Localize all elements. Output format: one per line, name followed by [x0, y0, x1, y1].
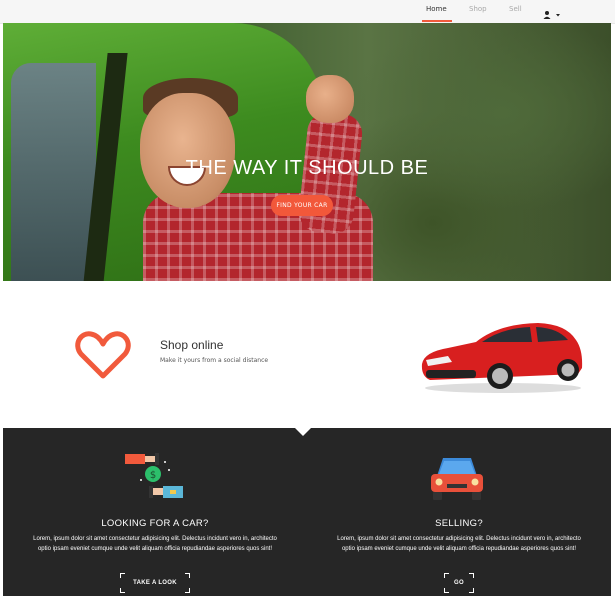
- nav-home-link[interactable]: Home: [426, 5, 447, 13]
- top-navbar: Home Shop Sell: [0, 0, 615, 24]
- user-icon: [543, 11, 560, 19]
- features-section: $ LOOKING FOR A CAR? Lorem, ipsum dolor …: [3, 428, 611, 596]
- take-a-look-button[interactable]: TAKE A LOOK: [120, 573, 190, 593]
- user-menu-toggle[interactable]: [543, 5, 561, 19]
- feature-title: SELLING?: [435, 518, 483, 529]
- nav-sell-link[interactable]: Sell: [509, 5, 522, 13]
- go-button[interactable]: GO: [444, 573, 474, 593]
- nav-active-indicator: [422, 20, 452, 22]
- caret-down-icon: [556, 14, 560, 17]
- hero-title: THE WAY IT SHOULD BE: [185, 157, 429, 179]
- feature-description: Lorem, ipsum dolor sit amet consectetur …: [33, 536, 277, 552]
- person-face-shape: [140, 93, 235, 208]
- red-car-image: [421, 323, 583, 393]
- go-label: GO: [454, 580, 464, 586]
- take-a-look-label: TAKE A LOOK: [133, 580, 177, 586]
- feature-title: LOOKING FOR A CAR?: [101, 518, 209, 529]
- car-front-icon: [431, 458, 483, 500]
- nav-shop-link[interactable]: Shop: [469, 5, 487, 13]
- selling-column: SELLING? Lorem, ipsum dolor sit amet con…: [307, 428, 611, 596]
- svg-text:$: $: [150, 470, 156, 481]
- person-fist-shape: [306, 75, 354, 123]
- hero-banner: THE WAY IT SHOULD BE FIND YOUR CAR: [3, 23, 611, 281]
- heart-icon: [75, 331, 131, 379]
- shop-online-title: Shop online: [160, 338, 224, 352]
- find-your-car-button[interactable]: FIND YOUR CAR: [271, 195, 333, 216]
- money-exchange-icon: $: [125, 453, 183, 498]
- shop-online-subtitle: Make it yours from a social distance: [160, 357, 269, 364]
- looking-for-car-column: $ LOOKING FOR A CAR? Lorem, ipsum dolor …: [3, 428, 307, 596]
- feature-description: Lorem, ipsum dolor sit amet consectetur …: [337, 536, 581, 552]
